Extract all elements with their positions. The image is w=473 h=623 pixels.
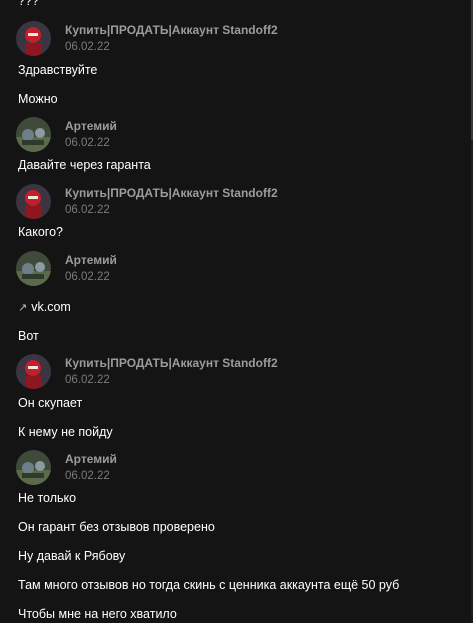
landscape-photo-avatar-icon[interactable] (16, 450, 51, 485)
author-name[interactable]: Купить|ПРОДАТЬ|Аккаунт Standoff2 (65, 186, 278, 200)
message-text: Чтобы мне на него хватило (18, 607, 177, 621)
message-link[interactable]: ↗ vk.com (18, 300, 71, 316)
message-date: 06.02.22 (65, 271, 110, 283)
message-text: К нему не пойду (18, 425, 113, 439)
message-date: 06.02.22 (65, 41, 110, 53)
message-text: Ну давай к Рябову (18, 549, 126, 563)
external-link-icon: ↗ (18, 302, 28, 314)
message-date: 06.02.22 (65, 204, 110, 216)
red-character-avatar-icon[interactable] (16, 354, 51, 389)
message-date: 06.02.22 (65, 374, 110, 386)
chat-log: ??? Купить|ПРОДАТЬ|Аккаунт Standoff2 06.… (0, 0, 473, 623)
message-date: 06.02.22 (65, 137, 110, 149)
message-text: Какого? (18, 225, 63, 239)
message-text: Давайте через гаранта (18, 158, 151, 172)
author-name[interactable]: Артемий (65, 452, 117, 466)
author-name[interactable]: Купить|ПРОДАТЬ|Аккаунт Standoff2 (65, 356, 278, 370)
red-character-avatar-icon[interactable] (16, 184, 51, 219)
message-text: Там много отзывов но тогда скинь с ценни… (18, 578, 400, 592)
message-text: Он скупает (18, 396, 83, 410)
message-text: Можно (18, 92, 58, 106)
link-text[interactable]: vk.com (31, 300, 71, 314)
author-name[interactable]: Артемий (65, 119, 117, 133)
message-text: ??? (18, 0, 39, 8)
message-date: 06.02.22 (65, 470, 110, 482)
message-text: Вот (18, 329, 39, 343)
message-text: Он гарант без отзывов проверено (18, 520, 215, 534)
author-name[interactable]: Артемий (65, 253, 117, 267)
landscape-photo-avatar-icon[interactable] (16, 117, 51, 152)
landscape-photo-avatar-icon[interactable] (16, 251, 51, 286)
red-character-avatar-icon[interactable] (16, 21, 51, 56)
message-text: Не только (18, 491, 77, 505)
author-name[interactable]: Купить|ПРОДАТЬ|Аккаунт Standoff2 (65, 23, 278, 37)
message-text: Здравствуйте (18, 63, 98, 77)
